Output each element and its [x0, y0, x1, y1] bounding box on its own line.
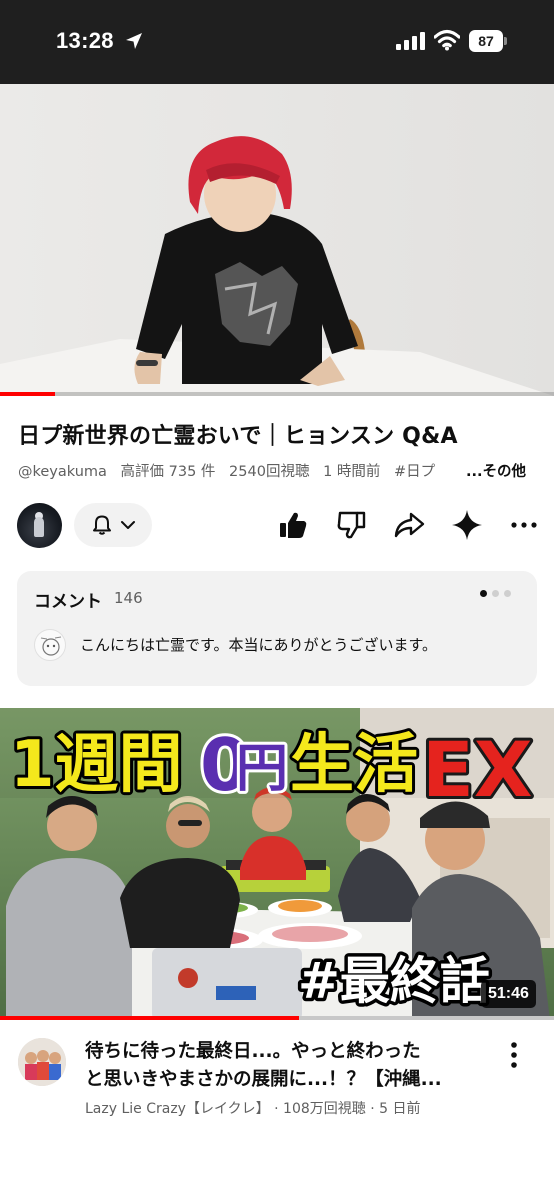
like-icon: [280, 512, 307, 538]
thumb-headline-part-1: 1週間: [10, 728, 183, 802]
dislike-icon: [337, 511, 366, 539]
pager-dot: [492, 590, 499, 597]
thumbnail-image: 1週間 0 円 生活 EX #最終話: [0, 708, 554, 1020]
recommended-channel-name: Lazy Lie Crazy【レイクレ】: [85, 1101, 270, 1117]
like-count: 高評価 735 件: [120, 464, 216, 480]
chevron-down-icon: [121, 521, 135, 529]
recommended-title-line-2: と思いきやまさかの展開に...！？【沖縄...: [85, 1069, 442, 1090]
channel-avatar[interactable]: [17, 503, 62, 548]
like-button[interactable]: [276, 508, 310, 542]
thumb-headline-part-5: EX: [422, 725, 533, 814]
video-title[interactable]: 日プ新世界の亡霊おいで｜ヒョンスン Q&A: [18, 418, 458, 450]
location-arrow-icon: [126, 33, 142, 49]
thumb-episode-tag: #最終話: [298, 952, 490, 1010]
comments-card[interactable]: コメント 146 こんにちは亡霊です。本当にありがとうございます。: [17, 571, 537, 686]
thumbnail-watch-progress-fill: [0, 1016, 300, 1020]
meta-separator: ·: [274, 1101, 284, 1117]
avatar-figure-body: [34, 517, 44, 537]
comments-pager: [480, 590, 520, 600]
recommended-view-count: 108万回視聴: [283, 1101, 366, 1117]
recommended-posted-time: 5 日前: [379, 1101, 421, 1117]
commenter-avatar: [34, 629, 66, 661]
ask-ai-button[interactable]: [450, 508, 484, 542]
thumb-headline-part-4: 生活: [290, 728, 418, 802]
hashtag[interactable]: #日プ: [394, 464, 435, 480]
wifi-icon: [434, 29, 460, 51]
meta-separator: ·: [370, 1101, 380, 1117]
battery-level: 87: [469, 30, 503, 52]
recommended-video-meta: Lazy Lie Crazy【レイクレ】 · 108万回視聴 · 5 日前: [85, 1098, 421, 1118]
video-player[interactable]: [0, 84, 554, 396]
video-meta[interactable]: @keyakuma 高評価 735 件 2540回視聴 1 時間前 #日プ ..…: [18, 460, 526, 481]
thumbnail-watch-progress: [0, 1016, 554, 1020]
ghost-doodle-icon: [40, 636, 62, 656]
channel-handle: @keyakuma: [18, 464, 107, 480]
recommended-video-title[interactable]: 待ちに待った最終日...。やっと終わった と思いきやまさかの展開に...！？【沖…: [85, 1038, 495, 1094]
status-time: 13:28: [56, 28, 114, 53]
battery-tip: [504, 37, 507, 45]
cellular-signal-icon: [396, 32, 425, 50]
comments-count: 146: [114, 589, 143, 607]
recommended-title-line-1: 待ちに待った最終日...。やっと終わった: [85, 1041, 421, 1062]
sparkle-icon: [452, 510, 482, 540]
comments-title: コメント: [34, 592, 102, 612]
bell-icon: [93, 515, 111, 535]
recommended-channel-avatar[interactable]: [18, 1038, 66, 1086]
posted-time: 1 時間前: [323, 464, 381, 480]
pager-dot: [504, 590, 511, 597]
show-more-link[interactable]: ...その他: [466, 460, 526, 481]
view-count: 2540回視聴: [229, 464, 310, 480]
video-duration-badge: 51:46: [481, 980, 536, 1008]
subscription-bell-button[interactable]: [74, 503, 152, 547]
share-icon: [394, 512, 425, 538]
more-icon: [511, 522, 537, 528]
more-actions-button[interactable]: [508, 508, 542, 542]
top-comment-text: こんにちは亡霊です。本当にありがとうございます。: [80, 636, 438, 654]
battery-indicator: 87: [469, 30, 507, 52]
channel-group-photo: [18, 1038, 66, 1086]
thumb-headline-part-3: 円: [236, 739, 288, 799]
dislike-button[interactable]: [335, 508, 369, 542]
video-frame: [0, 84, 554, 396]
share-button[interactable]: [392, 508, 426, 542]
recommended-video-thumbnail[interactable]: 1週間 0 円 生活 EX #最終話: [0, 708, 554, 1020]
pager-dot: [480, 590, 487, 597]
status-bar: 13:28 87: [0, 0, 554, 84]
more-vertical-icon[interactable]: [504, 1040, 524, 1070]
